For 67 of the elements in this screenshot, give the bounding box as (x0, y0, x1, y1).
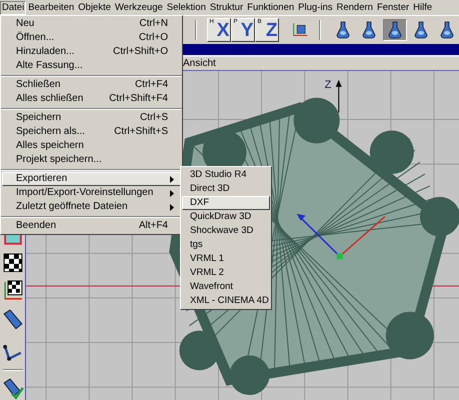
menu-title[interactable]: Objekte (76, 0, 113, 14)
axis-letter: X (216, 20, 230, 40)
submenu-item[interactable]: QuickDraw 3D (182, 210, 270, 224)
submenu-item[interactable]: 3D Studio R4 (182, 168, 270, 182)
axis-label: Z (324, 78, 332, 91)
menu-item-label: Import/Export-Voreinstellungen (16, 187, 154, 199)
menu-item[interactable]: Alte Fassung... (2, 59, 181, 73)
menu-title[interactable]: Fenster (374, 0, 412, 14)
menu-item[interactable]: Alles speichern (2, 139, 181, 153)
viewport-menu[interactable]: Ansicht (183, 58, 216, 70)
menu-item-label: Speichern als... (16, 126, 86, 138)
shortcut-label: Ctrl+Shift+S (114, 126, 169, 138)
menu-item-label: Projekt speichern... (16, 154, 103, 166)
menu-item[interactable]: Import/Export-Voreinstellungen (2, 186, 181, 200)
menu-item-label: Speichern (16, 112, 62, 124)
shortcut-label: Ctrl+Shift+O (112, 46, 169, 58)
menu-item-label: Zuletzt geöffnete Dateien (16, 201, 129, 213)
slab-icon[interactable] (2, 308, 24, 332)
submenu-item[interactable]: DXF (182, 196, 270, 210)
menu-item-label: Exportieren (16, 173, 68, 185)
menu-title[interactable]: Struktur (208, 0, 246, 14)
submenu-item[interactable]: Wavefront (182, 280, 270, 294)
render-button[interactable] (383, 18, 407, 40)
submenu-item[interactable]: XML - CINEMA 4D (182, 294, 270, 308)
menu-title[interactable]: Hilfe (411, 0, 434, 14)
menu-item[interactable]: Neu Ctrl+N (2, 17, 181, 31)
shortcut-label: Alt+F4 (138, 220, 169, 232)
menu-item[interactable]: Speichern Ctrl+S (2, 111, 181, 125)
menu-title[interactable]: Datei (0, 0, 26, 14)
menu-item-label: Beenden (16, 220, 58, 232)
menu-item-label: Hinzuladen... (16, 46, 76, 58)
shortcut-label: Ctrl+Shift+F4 (109, 93, 169, 105)
menu-item[interactable]: Alles schließen Ctrl+Shift+F4 (2, 92, 181, 106)
menu-title[interactable]: Plug-ins (296, 0, 334, 14)
axis-letter: Y (240, 20, 254, 40)
submenu-item[interactable]: tgs (182, 238, 270, 252)
menu-item-label: Schließen (16, 79, 62, 91)
slab-check-icon[interactable] (2, 378, 24, 400)
menu-item[interactable]: Projekt speichern... (2, 153, 181, 167)
menu-title[interactable]: Bearbeiten (26, 0, 76, 14)
menu-item-label: Alles speichern (16, 140, 85, 152)
shortcut-label: Ctrl+O (138, 32, 169, 44)
shortcut-label: Ctrl+S (140, 112, 169, 124)
menu-item[interactable]: Beenden Alt+F4 (2, 219, 181, 233)
menu-title[interactable]: Selektion (164, 0, 208, 14)
menu-title[interactable]: Werkzeuge (112, 0, 165, 14)
checkerboard-icon[interactable] (2, 252, 22, 272)
menu-item[interactable]: Hinzuladen... Ctrl+Shift+O (2, 45, 181, 59)
submenu-item[interactable]: VRML 1 (182, 252, 270, 266)
menu-item-label: Alles schließen (16, 93, 84, 105)
menu-item[interactable]: Speichern als... Ctrl+Shift+S (2, 125, 181, 139)
menu-item[interactable]: Zuletzt geöffnete Dateien (2, 200, 181, 214)
submenu-item[interactable]: Shockwave 3D (182, 224, 270, 238)
submenu-item[interactable]: Direct 3D (182, 182, 270, 196)
menu-item[interactable]: Exportieren (2, 172, 181, 186)
checkerboard-axes-icon[interactable] (2, 279, 24, 302)
axis-letter: Z (266, 20, 278, 40)
menu-item[interactable]: Schließen Ctrl+F4 (2, 78, 181, 92)
menu-item-label: Öffnen... (16, 32, 56, 44)
menu-item-label: Neu (16, 18, 36, 30)
menu-item-label: Alte Fassung... (16, 60, 84, 72)
menu-title[interactable]: Rendern (334, 0, 375, 14)
menu-item[interactable]: Öffnen... Ctrl+O (2, 31, 181, 45)
menu-title[interactable]: Funktionen (245, 0, 296, 14)
shortcut-label: Ctrl+F4 (134, 79, 169, 91)
shortcut-label: Ctrl+N (139, 18, 169, 30)
submenu-item[interactable]: VRML 2 (182, 266, 270, 280)
